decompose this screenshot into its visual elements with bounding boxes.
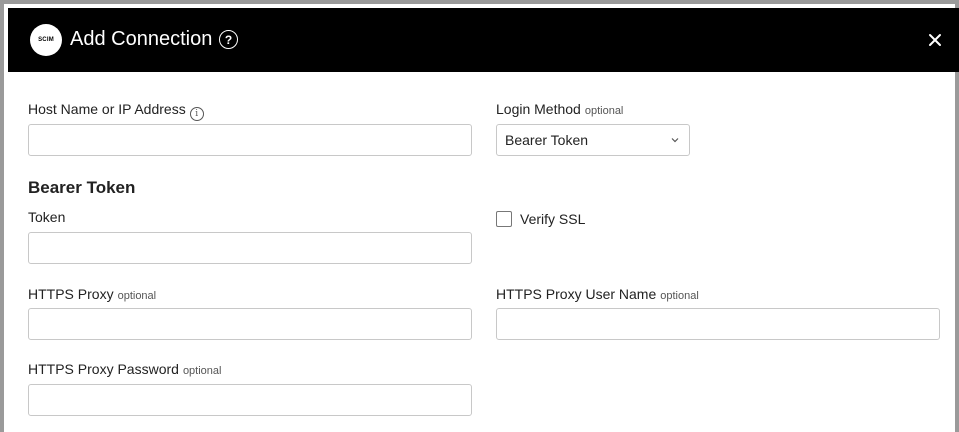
login-method-label: Login Method optional [496,101,624,117]
dialog: SCIM Add Connection ? Host Name or IP Ad… [0,0,959,432]
https-proxy-user-input[interactable] [496,308,940,340]
close-icon[interactable] [925,30,945,50]
section-heading: Bearer Token [28,178,136,197]
verify-ssl-checkbox[interactable] [496,211,512,227]
login-method-value: Bearer Token [505,132,589,148]
info-icon[interactable]: i [189,107,204,121]
https-proxy-label: HTTPS Proxy optional [28,286,157,302]
https-proxy-password-input[interactable] [28,384,472,416]
host-label: Host Name or IP Address i [28,100,204,121]
chevron-down-icon [671,138,679,143]
host-input[interactable] [28,124,472,156]
token-input[interactable] [28,232,472,264]
verify-ssl-label: Verify SSL [520,211,586,227]
question-circle-icon[interactable]: ? [219,30,238,49]
login-method-select[interactable]: Bearer Token [496,124,690,156]
dialog-title: Add Connection [70,28,213,50]
scim-logo: SCIM [30,24,62,56]
https-proxy-input[interactable] [28,308,472,340]
dialog-header: SCIM Add Connection ? [8,8,959,72]
token-label: Token [28,209,66,225]
https-proxy-user-label: HTTPS Proxy User Name optional [496,286,699,302]
https-proxy-password-label: HTTPS Proxy Password optional [28,361,222,377]
